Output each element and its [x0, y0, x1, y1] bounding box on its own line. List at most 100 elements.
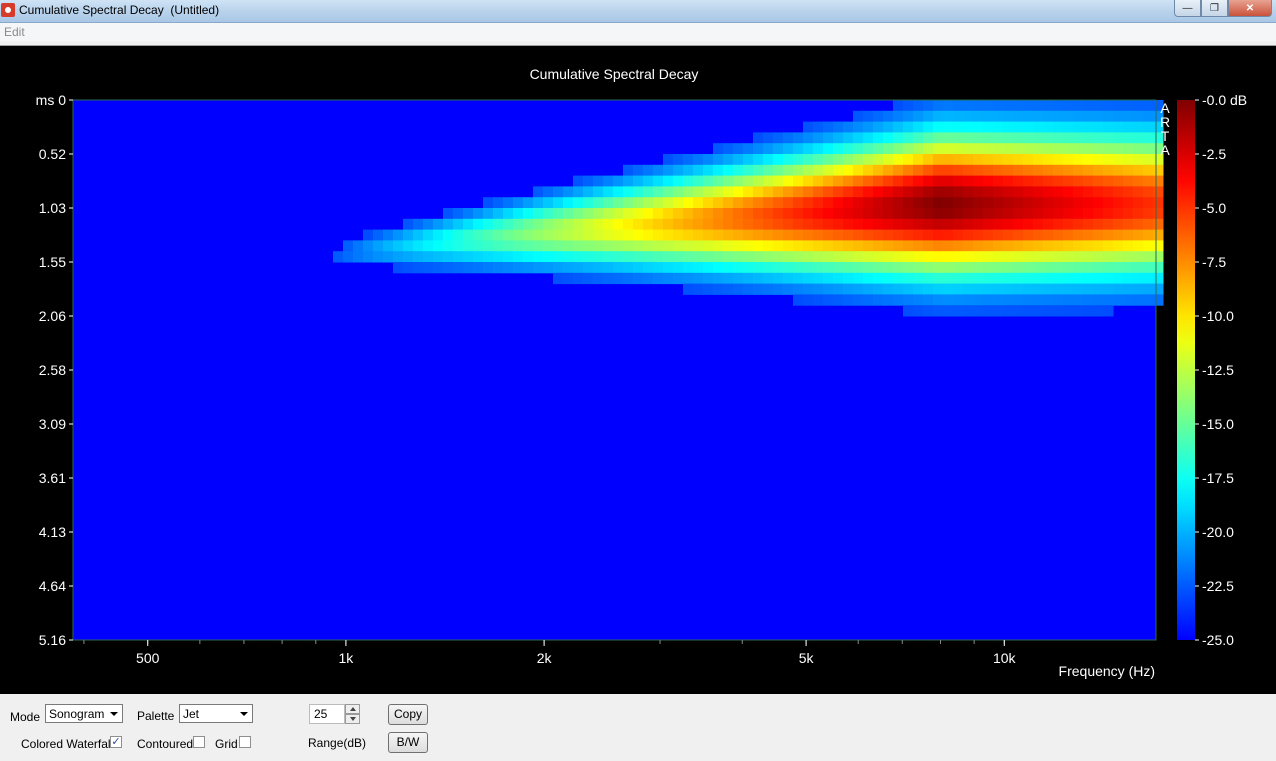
heatmap-cell [533, 240, 544, 252]
heatmap-cell [483, 218, 494, 231]
heatmap-cell [863, 143, 874, 155]
close-button[interactable]: ✕ [1228, 0, 1272, 17]
heatmap-cell [683, 240, 694, 252]
heatmap-cell [1003, 240, 1014, 252]
window-controls: — ❐ ✕ [1174, 0, 1272, 17]
heatmap-cell [913, 110, 924, 123]
heatmap-cell [583, 262, 594, 274]
heatmap-cell [783, 240, 794, 252]
heatmap-cell [843, 164, 854, 177]
heatmap-cell [1083, 110, 1094, 123]
heatmap-cell [803, 197, 814, 209]
heatmap-cell [843, 294, 854, 306]
heatmap-cell [513, 229, 524, 241]
heatmap-cell [873, 283, 884, 295]
heatmap-cell [673, 251, 684, 263]
heatmap-cell [923, 132, 934, 144]
heatmap-cell [723, 240, 734, 252]
heatmap-cell [343, 251, 354, 263]
heatmap-cell [583, 218, 594, 231]
heatmap-cell [1093, 175, 1104, 187]
heatmap-cell [543, 229, 554, 241]
maximize-button[interactable]: ❐ [1201, 0, 1228, 17]
palette-select[interactable]: Jet [179, 704, 253, 723]
heatmap-cell [793, 132, 804, 144]
heatmap-cell [833, 143, 844, 155]
y-tick-label: 5.16 [39, 632, 66, 648]
heatmap-cell [643, 251, 654, 263]
mode-select[interactable]: Sonogram [45, 704, 123, 723]
copy-button[interactable]: Copy [388, 704, 428, 725]
heatmap-cell [1123, 100, 1134, 112]
heatmap-cell [1023, 121, 1034, 133]
heatmap-cell [463, 229, 474, 241]
heatmap-cell [473, 229, 484, 241]
heatmap-cell [663, 240, 674, 252]
heatmap-cell [723, 208, 734, 220]
heatmap-cell [1073, 218, 1084, 231]
heatmap-cell [873, 208, 884, 220]
heatmap-cell [1133, 132, 1144, 144]
heatmap-cell [653, 229, 664, 241]
spin-up-icon[interactable] [345, 704, 360, 714]
heatmap-cell [873, 121, 884, 133]
heatmap-cell [433, 262, 444, 274]
heatmap-cell [1123, 132, 1134, 144]
heatmap-cell [503, 208, 514, 220]
heatmap-cell [403, 240, 414, 252]
heatmap-cell [773, 283, 784, 295]
x-tick-label: 1k [339, 650, 355, 666]
heatmap-cell [603, 218, 614, 231]
heatmap-cell [933, 294, 944, 306]
heatmap-cell [493, 262, 504, 274]
heatmap-cell [563, 197, 574, 209]
heatmap-cell [643, 186, 654, 198]
heatmap-cell [863, 229, 874, 241]
heatmap-cell [1083, 164, 1094, 177]
y-tick-label: 4.64 [39, 578, 66, 594]
heatmap-cell [1053, 110, 1064, 123]
heatmap-cell [813, 186, 824, 198]
heatmap-cell [1073, 132, 1084, 144]
heatmap-cell [793, 283, 804, 295]
heatmap-cell [923, 197, 934, 209]
heatmap-cell [1083, 305, 1094, 317]
heatmap-cell [873, 154, 884, 166]
heatmap-cell [503, 197, 514, 209]
heatmap-cell [1063, 305, 1074, 317]
heatmap-cell [463, 208, 474, 220]
heatmap-cell [1123, 294, 1134, 306]
heatmap-cell [1053, 164, 1064, 177]
heatmap-cell [1113, 262, 1124, 274]
heatmap-cell [1143, 154, 1154, 166]
grid-checkbox[interactable] [239, 736, 251, 748]
heatmap-cell [1003, 262, 1014, 274]
heatmap-cell [953, 143, 964, 155]
heatmap-cell [353, 251, 364, 263]
heatmap-cell [683, 251, 694, 263]
heatmap-cell [1093, 251, 1104, 263]
heatmap-cell [1083, 294, 1094, 306]
heatmap-cell [953, 197, 964, 209]
heatmap-cell [1143, 164, 1154, 177]
range-input[interactable]: 25 [309, 704, 345, 724]
heatmap-cell [773, 154, 784, 166]
heatmap-cell [1123, 154, 1134, 166]
minimize-button[interactable]: — [1174, 0, 1201, 17]
heatmap-cell [913, 229, 924, 241]
contoured-checkbox[interactable] [193, 736, 205, 748]
heatmap-cell [383, 229, 394, 241]
bw-button[interactable]: B/W [388, 732, 428, 753]
heatmap-cell [483, 197, 494, 209]
heatmap-cell [693, 240, 704, 252]
heatmap-cell [763, 175, 774, 187]
heatmap-cell [623, 164, 634, 177]
heatmap-cell [983, 154, 994, 166]
heatmap-cell [1123, 283, 1134, 295]
spin-down-icon[interactable] [345, 714, 360, 724]
menu-edit[interactable]: Edit [4, 25, 25, 39]
colored-waterfall-checkbox[interactable]: ✓ [110, 736, 122, 748]
heatmap-cell [843, 197, 854, 209]
heatmap-cell [1133, 208, 1144, 220]
heatmap-cell [503, 262, 514, 274]
